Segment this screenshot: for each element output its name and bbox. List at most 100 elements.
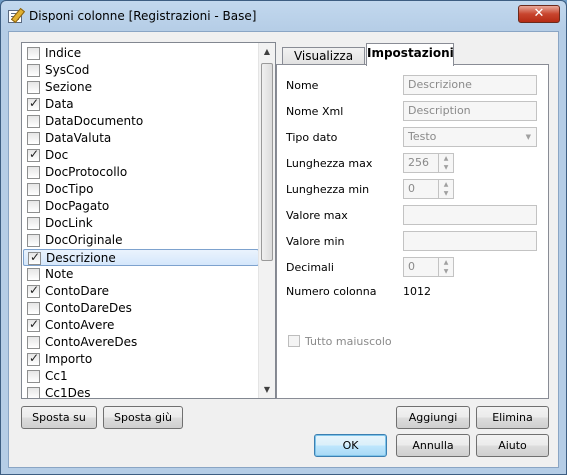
lunghezza-max-stepper[interactable]: 256 ▲ ▼: [403, 153, 454, 173]
column-label: ContoAvere: [45, 318, 115, 332]
column-label: DocProtocollo: [45, 165, 128, 179]
aiuto-button[interactable]: Aiuto: [476, 434, 549, 457]
column-label: SysCod: [45, 63, 90, 77]
numero-colonna-value: 1012: [403, 285, 431, 298]
scroll-up-arrow-icon[interactable]: ▲: [259, 43, 275, 60]
nome-xml-label: Nome Xml: [286, 105, 344, 118]
list-scrollbar[interactable]: ▲ ▼: [258, 43, 275, 398]
app-icon: [8, 10, 22, 23]
column-checkbox[interactable]: [27, 351, 40, 366]
column-checkbox[interactable]: [27, 317, 40, 332]
tipo-dato-dropdown[interactable]: Testo: [403, 127, 537, 147]
column-checkbox[interactable]: [27, 147, 40, 162]
elimina-button[interactable]: Elimina: [476, 406, 549, 429]
lunghezza-min-label: Lunghezza min: [286, 183, 370, 196]
column-label: DocOriginale: [45, 233, 123, 247]
valore-min-field[interactable]: [403, 231, 537, 251]
scroll-thumb[interactable]: [261, 63, 273, 261]
valore-max-label: Valore max: [286, 209, 348, 222]
list-item[interactable]: Descrizione: [23, 249, 259, 266]
list-item[interactable]: Importo: [23, 351, 259, 368]
column-checkbox[interactable]: [27, 47, 40, 60]
column-label: Importo: [45, 352, 93, 366]
column-checkbox[interactable]: [27, 115, 40, 128]
list-item[interactable]: DocLink: [23, 215, 259, 232]
nome-field[interactable]: Descrizione: [403, 75, 537, 95]
list-item[interactable]: Doc: [23, 147, 259, 164]
spin-up-icon[interactable]: ▲: [439, 154, 453, 163]
column-checkbox[interactable]: [27, 370, 40, 383]
tab-visualizza[interactable]: Visualizza: [282, 47, 365, 65]
column-checkbox[interactable]: [27, 268, 40, 281]
window-title: Disponi colonne [Registrazioni - Base]: [29, 9, 257, 23]
spin-down-icon[interactable]: ▼: [439, 267, 453, 276]
decimali-label: Decimali: [286, 261, 334, 274]
sposta-giu-button[interactable]: Sposta giù: [103, 406, 183, 429]
decimali-stepper[interactable]: 0 ▲ ▼: [403, 257, 454, 277]
list-item[interactable]: SysCod: [23, 62, 259, 79]
list-item[interactable]: DocOriginale: [23, 232, 259, 249]
column-label: Cc1: [45, 369, 68, 383]
list-item[interactable]: Cc1: [23, 368, 259, 385]
spin-down-icon[interactable]: ▼: [439, 163, 453, 172]
nome-xml-field[interactable]: Description: [403, 101, 537, 121]
valore-min-label: Valore min: [286, 235, 345, 248]
list-item[interactable]: Sezione: [23, 79, 259, 96]
list-item[interactable]: DataValuta: [23, 130, 259, 147]
column-label: DocLink: [45, 216, 93, 230]
spin-up-icon[interactable]: ▲: [439, 258, 453, 267]
tutto-maiuscolo-checkbox[interactable]: [288, 335, 300, 347]
list-item[interactable]: DocTipo: [23, 181, 259, 198]
list-item[interactable]: DocPagato: [23, 198, 259, 215]
list-item[interactable]: DataDocumento: [23, 113, 259, 130]
column-checkbox[interactable]: [27, 283, 40, 298]
list-item[interactable]: ContoAvereDes: [23, 334, 259, 351]
close-button[interactable]: ✕: [518, 5, 560, 23]
tipo-dato-label: Tipo dato: [286, 131, 338, 144]
column-checkbox[interactable]: [27, 234, 40, 247]
list-item[interactable]: ContoDare: [23, 283, 259, 300]
column-label: Note: [45, 267, 74, 281]
list-item[interactable]: Note: [23, 266, 259, 283]
ok-button[interactable]: OK: [314, 434, 387, 457]
column-checkbox[interactable]: [27, 81, 40, 94]
settings-panel: Nome Descrizione Nome Xml Description Ti…: [276, 64, 549, 399]
lunghezza-max-label: Lunghezza max: [286, 157, 373, 170]
column-checkbox[interactable]: [28, 250, 41, 265]
spin-buttons[interactable]: ▲ ▼: [438, 180, 453, 198]
lunghezza-min-stepper[interactable]: 0 ▲ ▼: [403, 179, 454, 199]
column-label: DataDocumento: [45, 114, 144, 128]
spin-up-icon[interactable]: ▲: [439, 180, 453, 189]
column-checkbox[interactable]: [27, 387, 40, 398]
sposta-su-button[interactable]: Sposta su: [21, 406, 97, 429]
columns-list[interactable]: Indice SysCod Sezione Data DataDocumento Data…: [21, 42, 276, 399]
annulla-button[interactable]: Annulla: [396, 434, 470, 457]
valore-max-field[interactable]: [403, 205, 537, 225]
column-checkbox[interactable]: [27, 166, 40, 179]
column-checkbox[interactable]: [27, 183, 40, 196]
column-label: DocPagato: [45, 199, 110, 213]
spin-down-icon[interactable]: ▼: [439, 189, 453, 198]
list-item[interactable]: ContoDareDes: [23, 300, 259, 317]
list-item[interactable]: DocProtocollo: [23, 164, 259, 181]
scroll-down-arrow-icon[interactable]: ▼: [259, 381, 275, 398]
column-checkbox[interactable]: [27, 336, 40, 349]
spin-buttons[interactable]: ▲ ▼: [438, 258, 453, 276]
spin-buttons[interactable]: ▲ ▼: [438, 154, 453, 172]
column-label: Descrizione: [46, 251, 116, 265]
aggiungi-button[interactable]: Aggiungi: [396, 406, 470, 429]
dialog-body: Indice SysCod Sezione Data DataDocumento Data…: [8, 31, 559, 468]
column-checkbox[interactable]: [27, 132, 40, 145]
list-item[interactable]: ContoAvere: [23, 317, 259, 334]
column-checkbox[interactable]: [27, 302, 40, 315]
column-checkbox[interactable]: [27, 96, 40, 111]
column-checkbox[interactable]: [27, 200, 40, 213]
list-item[interactable]: Data: [23, 96, 259, 113]
list-item[interactable]: Indice: [23, 45, 259, 62]
column-label: ContoDare: [45, 284, 110, 298]
column-checkbox[interactable]: [27, 217, 40, 230]
column-checkbox[interactable]: [27, 64, 40, 77]
tab-impostazioni[interactable]: Impostazioni: [366, 43, 454, 66]
list-item[interactable]: Cc1Des: [23, 385, 259, 398]
column-label: DocTipo: [45, 182, 94, 196]
